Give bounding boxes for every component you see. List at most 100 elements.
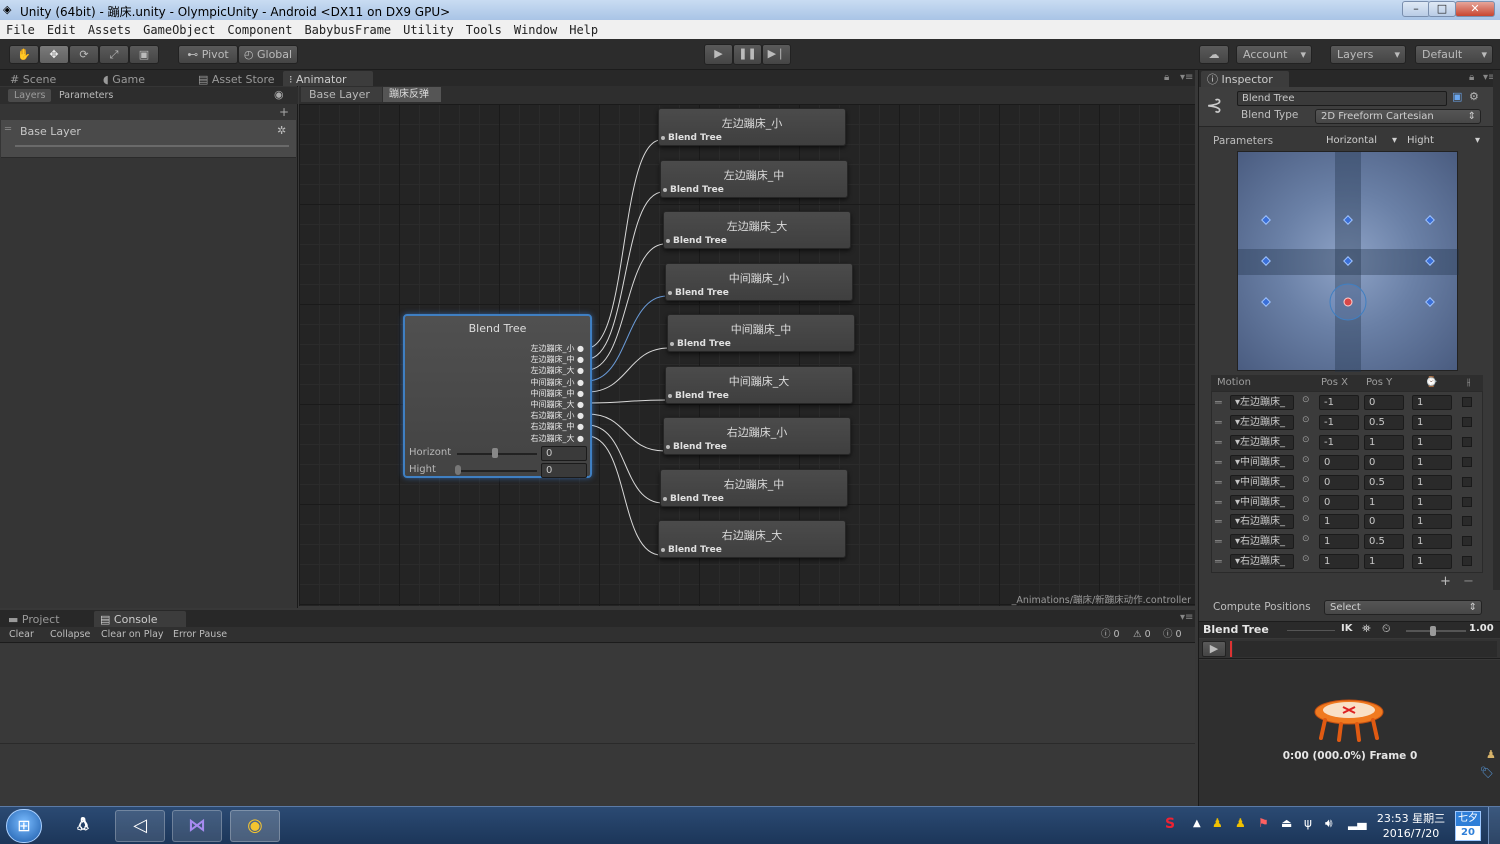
input-port[interactable] (670, 342, 674, 346)
motion-field[interactable]: ▾左边蹦床_ (1230, 435, 1294, 450)
input-method-icon[interactable]: S (1165, 816, 1175, 832)
param-y-dropdown[interactable]: Hight ▾ (1402, 134, 1482, 149)
posy-field[interactable]: 0 (1364, 514, 1404, 529)
child-node-right-small[interactable]: 右边蹦床_小 Blend Tree (663, 417, 851, 455)
posx-field[interactable]: 1 (1319, 554, 1359, 569)
mirror-checkbox[interactable] (1462, 457, 1472, 467)
menu-tools[interactable]: Tools (460, 20, 508, 39)
drag-handle-icon[interactable]: ═ (1215, 515, 1222, 528)
timeline-track[interactable] (1233, 641, 1497, 657)
taskbar-unity[interactable]: ◁ (115, 810, 165, 842)
drag-handle-icon[interactable]: ═ (1215, 396, 1222, 409)
output-port[interactable]: 中间蹦床_中 ● (464, 388, 584, 399)
drag-handle-icon[interactable]: ═ (1215, 436, 1222, 449)
menu-help[interactable]: Help (563, 20, 604, 39)
motion-row[interactable]: ═ ▾右边蹦床_ ⊙ 1 1 1 (1212, 553, 1484, 572)
menu-assets[interactable]: Assets (82, 20, 137, 39)
posy-field[interactable]: 0.5 (1364, 534, 1404, 549)
output-port[interactable]: 左边蹦床_大 ● (464, 365, 584, 376)
posx-field[interactable]: 1 (1319, 534, 1359, 549)
scale-tool-button[interactable]: ⤢ (99, 45, 129, 64)
mirror-checkbox[interactable] (1462, 556, 1472, 566)
drag-handle-icon[interactable]: ═ (1215, 535, 1222, 548)
volume-icon[interactable]: 🔊︎ (1325, 816, 1333, 831)
object-picker-icon[interactable]: ⊙ (1302, 455, 1310, 465)
taskbar-visual-studio[interactable]: ⋈ (172, 810, 222, 842)
menu-gameobject[interactable]: GameObject (137, 20, 221, 39)
calendar-badge[interactable]: 七夕 20 (1455, 811, 1481, 841)
pause-button[interactable]: ❚❚ (733, 44, 762, 65)
menu-file[interactable]: File (0, 20, 41, 39)
animator-graph[interactable]: Blend Tree 左边蹦床_小 ● 左边蹦床_中 ● 左边蹦床_大 ● 中间… (299, 104, 1195, 606)
mirror-checkbox[interactable] (1462, 477, 1472, 487)
playhead[interactable] (1230, 641, 1232, 657)
speed-field[interactable]: 1 (1412, 514, 1452, 529)
speed-slider[interactable] (1406, 630, 1466, 632)
clock[interactable]: 23:53 星期三 2016/7/20 (1374, 811, 1448, 841)
motion-row[interactable]: ═ ▾中间蹦床_ ⊙ 0 0.5 1 (1212, 474, 1484, 493)
object-picker-icon[interactable]: ⊙ (1302, 475, 1310, 485)
menu-component[interactable]: Component (221, 20, 298, 39)
breadcrumb-blend-tree[interactable]: 蹦床反弹 (383, 87, 441, 102)
input-port[interactable] (663, 497, 667, 501)
lock-icon[interactable]: 🔒︎ (1469, 72, 1474, 83)
account-dropdown[interactable]: Account ▾ (1236, 45, 1312, 64)
pivot-toggle-icon[interactable]: ⛯ (1362, 622, 1371, 636)
clear-button[interactable]: Clear (9, 627, 34, 642)
layers-dropdown[interactable]: Layers ▾ (1330, 45, 1406, 64)
drag-handle-icon[interactable]: ═ (1215, 555, 1222, 568)
child-node-right-mid[interactable]: 右边蹦床_中 Blend Tree (660, 469, 848, 507)
motion-field[interactable]: ▾右边蹦床_ (1230, 554, 1294, 569)
ik-toggle[interactable]: IK (1341, 623, 1352, 634)
taskbar-qq[interactable]: 🐧︎ (58, 810, 108, 842)
tray-qq2-icon[interactable]: ♟ (1235, 816, 1246, 830)
mirror-checkbox[interactable] (1462, 397, 1472, 407)
param-hight-value[interactable]: 0 (541, 463, 587, 478)
output-port[interactable]: 左边蹦床_中 ● (464, 354, 584, 365)
preview-viewport[interactable]: 0:00 (000.0%) Frame 0 ♟ 🏷︎ (1199, 660, 1500, 806)
mirror-checkbox[interactable] (1462, 516, 1472, 526)
output-port[interactable]: 左边蹦床_小 ● (464, 343, 584, 354)
tray-expand-icon[interactable]: ▲ (1193, 818, 1201, 829)
posx-field[interactable]: 0 (1319, 455, 1359, 470)
object-name-field[interactable]: Blend Tree (1237, 91, 1447, 106)
param-hight-slider[interactable] (457, 470, 537, 472)
object-picker-icon[interactable]: ⊙ (1302, 534, 1310, 544)
mirror-checkbox[interactable] (1462, 536, 1472, 546)
start-button[interactable]: ⊞ (6, 809, 42, 843)
tab-inspector[interactable]: ⓘ Inspector (1201, 71, 1289, 88)
add-motion-button[interactable]: + (1440, 574, 1451, 589)
speed-field[interactable]: 1 (1412, 475, 1452, 490)
input-port[interactable] (661, 548, 665, 552)
object-picker-icon[interactable]: ⊙ (1302, 514, 1310, 524)
object-picker-icon[interactable]: ⊙ (1302, 415, 1310, 425)
speed-field[interactable]: 1 (1412, 554, 1452, 569)
output-port[interactable]: 中间蹦床_大 ● (464, 399, 584, 410)
posx-field[interactable]: -1 (1319, 415, 1359, 430)
tray-qq-icon[interactable]: ♟ (1212, 816, 1223, 830)
posx-field[interactable]: -1 (1319, 435, 1359, 450)
posy-field[interactable]: 1 (1364, 495, 1404, 510)
drag-handle-icon[interactable]: ═ (1215, 416, 1222, 429)
blend-tree-root-node[interactable]: Blend Tree 左边蹦床_小 ● 左边蹦床_中 ● 左边蹦床_大 ● 中间… (403, 314, 592, 478)
mirror-checkbox[interactable] (1462, 417, 1472, 427)
speed-field[interactable]: 1 (1412, 534, 1452, 549)
error-pause-button[interactable]: Error Pause (173, 627, 227, 642)
network-icon[interactable]: ψ (1304, 816, 1312, 830)
speed-field[interactable]: 1 (1412, 395, 1452, 410)
compute-positions-dropdown[interactable]: Select ⇕ (1324, 600, 1482, 615)
child-node-left-mid[interactable]: 左边蹦床_中 Blend Tree (660, 160, 848, 198)
mirror-checkbox[interactable] (1462, 497, 1472, 507)
child-node-center-big[interactable]: 中间蹦床_大 Blend Tree (665, 366, 853, 404)
motion-field[interactable]: ▾右边蹦床_ (1230, 514, 1294, 529)
motion-row[interactable]: ═ ▾中间蹦床_ ⊙ 0 1 1 (1212, 494, 1484, 513)
inspector-scrollbar[interactable] (1493, 70, 1500, 590)
posy-field[interactable]: 1 (1364, 435, 1404, 450)
global-toggle[interactable]: ◴ Global (238, 45, 298, 64)
tab-menu-icon[interactable]: ▾≡ (1180, 612, 1193, 623)
rect-tool-button[interactable]: ▣ (129, 45, 159, 64)
console-detail-area[interactable] (0, 744, 1195, 806)
posx-field[interactable]: 1 (1319, 514, 1359, 529)
motion-row[interactable]: ═ ▾左边蹦床_ ⊙ -1 1 1 (1212, 434, 1484, 453)
error-filter-button[interactable]: ⓘ 0 (1163, 627, 1182, 642)
